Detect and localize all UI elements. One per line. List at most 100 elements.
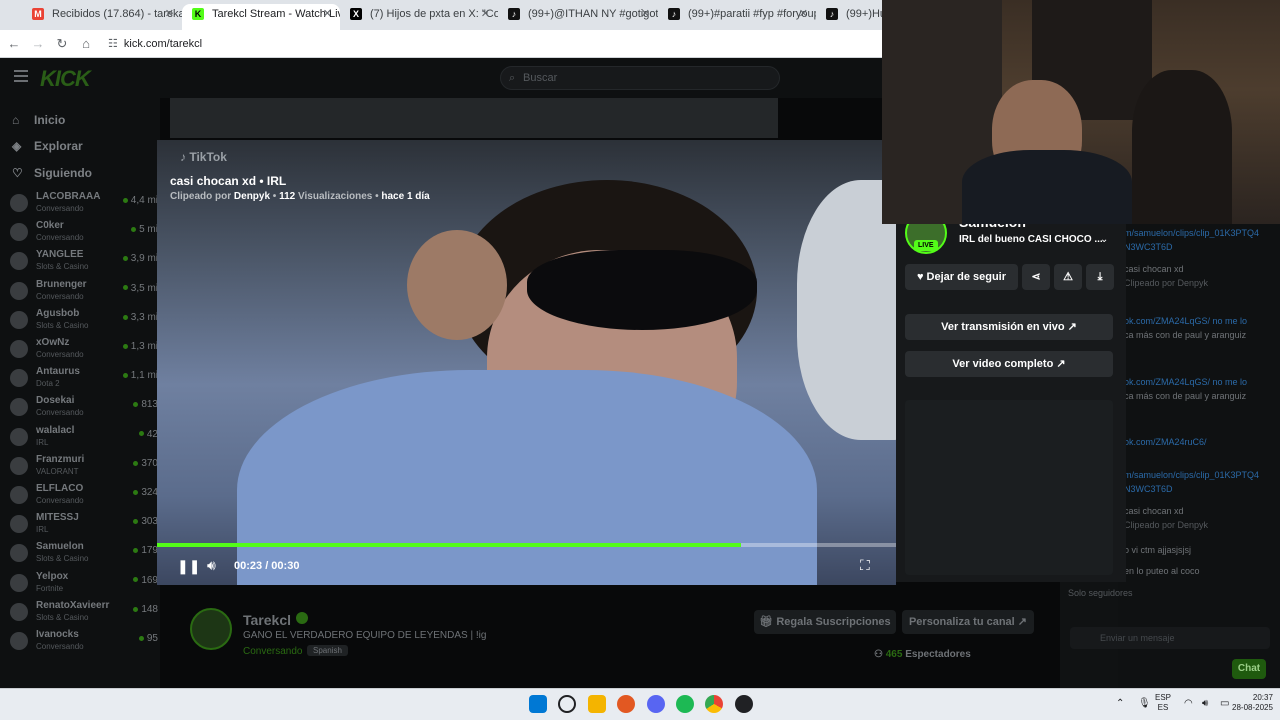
close-tab-icon[interactable]: ✕	[641, 4, 650, 24]
browser-icon[interactable]	[617, 695, 635, 713]
tab-label: Recibidos (17.864) - tarekabdo	[52, 8, 182, 20]
live-dot-icon	[133, 519, 139, 525]
browser-tab-kick[interactable]: K Tarekcl Stream - Watch Live ✕	[182, 4, 340, 30]
channel-avatar	[10, 515, 28, 534]
lang-layout: ES	[1157, 703, 1169, 712]
chat-message[interactable]: ok.com/ZMA24LqGS/ no me lo	[1124, 316, 1274, 326]
pause-icon[interactable]: ❚❚	[177, 558, 200, 575]
channel-language-tag[interactable]: Spanish	[307, 645, 348, 656]
chrome-icon[interactable]	[705, 695, 723, 713]
forward-icon[interactable]: →	[28, 34, 48, 54]
volume-icon[interactable]: 🔊︎	[207, 557, 216, 574]
menu-icon[interactable]	[14, 70, 28, 82]
sidebar-channel[interactable]: RenatoXavieerr Slots & Casino 148	[10, 599, 160, 627]
clipper-name[interactable]: Denpyk	[234, 191, 270, 202]
chevron-up-icon[interactable]: ⌃	[1116, 698, 1124, 709]
browser-tab-tiktok-3[interactable]: ♪ (99+)Humo	[816, 4, 882, 30]
channel-name[interactable]: Tarekcl	[243, 612, 291, 628]
sidebar-channel[interactable]: Franzmuri VALORANT 370	[10, 453, 160, 481]
sidebar-item-inicio[interactable]: ⌂ Inicio	[12, 113, 65, 127]
tiktok-icon: ♪	[508, 8, 520, 20]
sidebar-channel[interactable]: Dosekai Conversando 813	[10, 394, 160, 422]
browser-tab-x[interactable]: X (7) Hijos de pxta en X: "Comien ✕	[340, 4, 498, 30]
site-info-icon[interactable]: ☷	[108, 38, 118, 50]
sidebar-channel[interactable]: walalacl IRL 42	[10, 424, 160, 452]
wifi-icon[interactable]: ◠	[1184, 698, 1193, 709]
channel-viewers: 1,1 mi	[122, 370, 158, 381]
channel-viewers: 3,9 mi	[122, 253, 158, 264]
sidebar-channel[interactable]: Agusbob Slots & Casino 3,3 mi	[10, 307, 160, 335]
nav-label: Inicio	[34, 113, 66, 127]
channel-avatar	[10, 194, 28, 212]
file-explorer-icon[interactable]	[588, 695, 606, 713]
clock[interactable]: 20:37 28-08-2025	[1232, 693, 1273, 713]
sidebar-item-explorar[interactable]: ◈ Explorar	[12, 139, 83, 153]
sidebar-channel[interactable]: xOwNz Conversando 1,3 mi	[10, 336, 160, 364]
browser-tab-tiktok-2[interactable]: ♪ (99+)#paratii #fyp #foryoupage ✕	[658, 4, 816, 30]
chat-send-button[interactable]: Chat	[1232, 659, 1266, 679]
chat-message[interactable]: N3WC3T6D	[1124, 484, 1274, 494]
gift-subs-button[interactable]: 🎁︎ Regala Suscripciones	[754, 610, 896, 634]
url-field[interactable]: ☷ kick.com/tarekcl	[108, 35, 202, 53]
back-icon[interactable]: ←	[4, 34, 24, 54]
chat-message[interactable]: N3WC3T6D	[1124, 242, 1274, 252]
chat-input[interactable]: Enviar un mensaje	[1070, 627, 1270, 649]
channel-avatar[interactable]	[190, 608, 232, 650]
sidebar-channel[interactable]: LACOBRAAA Conversando 4,4 mi	[10, 190, 160, 218]
home-icon[interactable]: ⌂	[76, 34, 96, 54]
clip-video[interactable]	[157, 140, 896, 585]
unfollow-button[interactable]: ♥ Dejar de seguir	[905, 264, 1018, 290]
sidebar-channel[interactable]: Yelpox Fortnite 169	[10, 570, 160, 598]
sidebar-channel[interactable]: Ivanocks Conversando 95	[10, 628, 160, 656]
report-icon[interactable]: ⚠	[1054, 264, 1082, 290]
viewer-number: 4,4 mi	[130, 195, 158, 206]
reload-icon[interactable]: ↻	[52, 34, 72, 54]
chat-message[interactable]: m/samuelon/clips/clip_01K3PTQ4	[1124, 470, 1274, 480]
chevron-down-icon[interactable]: ⌄	[1100, 234, 1108, 245]
search-input[interactable]: ⌕ Buscar	[500, 66, 780, 90]
chat-message[interactable]: m/samuelon/clips/clip_01K3PTQ4	[1124, 228, 1274, 238]
language-indicator[interactable]: ESP ES	[1155, 693, 1171, 713]
channel-category[interactable]: Conversando	[243, 646, 302, 657]
channel-avatar	[10, 340, 28, 358]
sidebar-channel[interactable]: ELFLACO Conversando 324	[10, 482, 160, 510]
chat-message[interactable]: ok.com/ZMA24LqGS/ no me lo	[1124, 377, 1274, 387]
channel-viewers: 4,4 mi	[122, 195, 158, 206]
channel-viewers: 3,3 mi	[122, 312, 158, 323]
chat-message: en lo puteo al coco	[1124, 566, 1200, 576]
close-tab-icon[interactable]: ✕	[323, 4, 332, 24]
share-icon[interactable]: ⋖	[1022, 264, 1050, 290]
sidebar-channel[interactable]: Brunenger Conversando 3,5 mi	[10, 278, 160, 306]
microphone-icon[interactable]: 🎙︎	[1138, 698, 1151, 709]
kick-logo[interactable]: KICK	[40, 66, 91, 92]
sidebar-channel[interactable]: Samuelon Slots & Casino 179	[10, 540, 160, 568]
fullscreen-icon[interactable]: ⛶	[860, 557, 870, 574]
followers-only-label: Solo seguidores	[1068, 588, 1133, 598]
spotify-icon[interactable]	[676, 695, 694, 713]
sidebar-channel[interactable]: C0ker Conversando 5 mi	[10, 219, 160, 247]
windows-start-icon[interactable]	[529, 695, 547, 713]
chat-message[interactable]: ok.com/ZMA24ruC6/	[1124, 437, 1274, 447]
sidebar-channel[interactable]: Antaurus Dota 2 1,1 mi	[10, 365, 160, 393]
sidebar-channel[interactable]: YANGLEE Slots & Casino 3,9 mi	[10, 248, 160, 276]
watch-live-button[interactable]: Ver transmisión en vivo ↗	[905, 314, 1113, 340]
customize-channel-button[interactable]: Personaliza tu canal ↗	[902, 610, 1034, 634]
close-tab-icon[interactable]: ✕	[165, 4, 174, 24]
discord-icon[interactable]	[647, 695, 665, 713]
sidebar-item-siguiendo[interactable]: ♡ Siguiendo	[12, 166, 92, 180]
download-icon[interactable]: ⤓	[1086, 264, 1114, 290]
sidebar-channel[interactable]: MITESSJ IRL 303	[10, 511, 160, 539]
battery-icon[interactable]: ▭	[1220, 698, 1229, 709]
watch-full-button[interactable]: Ver video completo ↗	[905, 351, 1113, 377]
channel-category: Conversando	[36, 496, 84, 505]
volume-icon[interactable]: 🔊︎	[1202, 698, 1208, 709]
browser-tab-gmail[interactable]: M Recibidos (17.864) - tarekabdo ✕	[22, 4, 182, 30]
compass-icon: ◈	[12, 139, 22, 153]
channel-viewers: 303	[133, 516, 158, 527]
close-tab-icon[interactable]: ✕	[481, 4, 490, 24]
search-icon[interactable]	[558, 695, 576, 713]
browser-tab-tiktok-1[interactable]: ♪ (99+)@ITHAN NY #gotigoti # ✕	[498, 4, 658, 30]
video-progress-bar[interactable]	[157, 543, 896, 547]
close-tab-icon[interactable]: ✕	[799, 4, 808, 24]
obs-icon[interactable]	[735, 695, 753, 713]
